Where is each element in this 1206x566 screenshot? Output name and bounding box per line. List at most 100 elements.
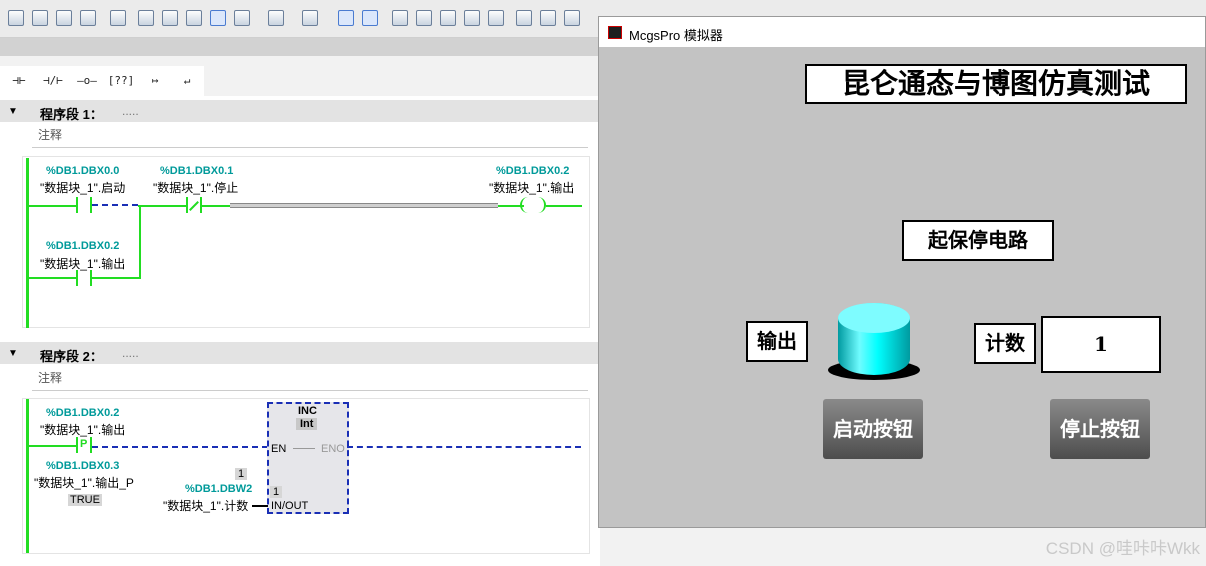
contact-output[interactable] bbox=[76, 270, 78, 286]
ladder-instruction-bar: ⊣⊢ ⊣/⊢ –o– [??] ↦ ↵ bbox=[0, 66, 204, 96]
stop-button[interactable]: 停止按钮 bbox=[1050, 399, 1150, 459]
contact-address: %DB1.DBX0.2 bbox=[46, 407, 120, 419]
contact-symbol: "数据块_1".输出 bbox=[40, 423, 126, 437]
segment-description: ..... bbox=[122, 346, 139, 360]
wire bbox=[138, 205, 186, 207]
tool-icon[interactable] bbox=[488, 10, 504, 26]
simulator-window: McgsPro 模拟器 昆仑通态与博图仿真测试 起保停电路 输出 计数 1 启动… bbox=[598, 16, 1206, 528]
open-branch-icon[interactable]: ↦ bbox=[140, 70, 170, 92]
tool-icon[interactable] bbox=[440, 10, 456, 26]
count-display: 1 bbox=[1041, 316, 1161, 373]
app-icon bbox=[608, 26, 622, 39]
simulator-titlebar[interactable]: McgsPro 模拟器 bbox=[599, 17, 1205, 47]
inout-pin: IN/OUT bbox=[271, 500, 309, 512]
divider bbox=[32, 390, 588, 391]
segment-title: 程序段 2： bbox=[40, 349, 103, 364]
segment-comment[interactable]: 注释 bbox=[38, 369, 62, 386]
collapse-icon[interactable]: ▼ bbox=[8, 106, 18, 117]
wire bbox=[202, 205, 230, 207]
divider bbox=[32, 147, 588, 148]
start-button[interactable]: 启动按钮 bbox=[823, 399, 923, 459]
tool-icon[interactable] bbox=[234, 10, 250, 26]
contact-address: %DB1.DBX0.1 bbox=[160, 165, 234, 177]
ladder-editor: ▼ 程序段 1： ..... 注释 %DB1.DBX0.0 "数据块_1".启动… bbox=[0, 96, 600, 566]
segment-description: ..... bbox=[122, 104, 139, 118]
tool-icon[interactable] bbox=[110, 10, 126, 26]
eno-pin: ENO bbox=[321, 443, 345, 455]
segment-comment[interactable]: 注释 bbox=[38, 126, 62, 143]
power-rail bbox=[26, 158, 29, 328]
wire bbox=[92, 277, 140, 279]
tool-icon[interactable] bbox=[32, 10, 48, 26]
window-title: McgsPro 模拟器 bbox=[629, 28, 723, 43]
block-name: INC bbox=[298, 405, 317, 417]
tool-icon[interactable] bbox=[362, 10, 378, 26]
contact-symbol: "数据块_1".停止 bbox=[153, 181, 239, 195]
lamp-top bbox=[838, 303, 910, 333]
contact-address: %DB1.DBX0.0 bbox=[46, 165, 120, 177]
circuit-label: 起保停电路 bbox=[902, 220, 1054, 261]
watermark: CSDN @哇咔咔Wkk bbox=[1045, 539, 1200, 558]
wire-dashed bbox=[92, 446, 268, 448]
no-contact-icon[interactable]: ⊣⊢ bbox=[4, 70, 34, 92]
nc-contact-icon[interactable]: ⊣/⊢ bbox=[38, 70, 68, 92]
tool-icon[interactable] bbox=[80, 10, 96, 26]
segment-2-header[interactable]: ▼ 程序段 2： ..... bbox=[0, 342, 600, 364]
coil-icon[interactable]: –o– bbox=[72, 70, 102, 92]
tool-icon[interactable] bbox=[516, 10, 532, 26]
wire-dashed bbox=[92, 204, 138, 206]
tool-icon[interactable] bbox=[138, 10, 154, 26]
contact-stop[interactable] bbox=[186, 197, 188, 213]
tool-icon[interactable] bbox=[338, 10, 354, 26]
wire bbox=[28, 277, 76, 279]
block-type[interactable]: Int bbox=[296, 418, 318, 430]
p-contact-tag: P bbox=[80, 438, 88, 450]
operand-wire bbox=[252, 505, 268, 507]
segment-title: 程序段 1： bbox=[40, 107, 103, 122]
tool-icon[interactable] bbox=[464, 10, 480, 26]
wire-dashed bbox=[347, 446, 581, 448]
count-label: 计数 bbox=[974, 323, 1036, 364]
tool-icon[interactable] bbox=[186, 10, 202, 26]
inout-value: 1 bbox=[270, 486, 283, 498]
coil-address: %DB1.DBX0.2 bbox=[496, 165, 570, 177]
tool-icon[interactable] bbox=[564, 10, 580, 26]
p-contact[interactable] bbox=[90, 437, 92, 453]
wire bbox=[28, 445, 76, 447]
tool-icon[interactable] bbox=[540, 10, 556, 26]
edge-symbol: "数据块_1".输出_P bbox=[34, 476, 134, 490]
tool-icon[interactable] bbox=[416, 10, 432, 26]
collapse-icon[interactable]: ▼ bbox=[8, 348, 18, 359]
p-contact[interactable] bbox=[76, 437, 78, 453]
contact-symbol: "数据块_1".输出 bbox=[40, 257, 126, 271]
count-const: 1 bbox=[235, 468, 248, 480]
tool-icon[interactable] bbox=[302, 10, 318, 26]
tool-icon[interactable] bbox=[162, 10, 178, 26]
en-pin: EN bbox=[271, 443, 287, 455]
contact-address: %DB1.DBX0.2 bbox=[46, 240, 120, 252]
page-heading: 昆仑通态与博图仿真测试 bbox=[805, 64, 1187, 104]
coil-symbol: "数据块_1".输出 bbox=[489, 181, 575, 195]
branch-wire bbox=[139, 205, 141, 279]
edge-value: TRUE bbox=[68, 494, 102, 506]
tool-icon[interactable] bbox=[268, 10, 284, 26]
close-branch-icon[interactable]: ↵ bbox=[172, 70, 202, 92]
empty-box-icon[interactable]: [??] bbox=[106, 70, 136, 92]
wire-unpowered bbox=[230, 203, 498, 208]
toolbar-strip bbox=[0, 38, 600, 56]
tool-icon[interactable] bbox=[210, 10, 226, 26]
internal-line bbox=[293, 448, 315, 449]
output-coil[interactable] bbox=[520, 197, 546, 213]
wire bbox=[546, 205, 582, 207]
operand-address: %DB1.DBW2 bbox=[185, 483, 253, 495]
tool-icon[interactable] bbox=[392, 10, 408, 26]
power-rail bbox=[26, 399, 29, 553]
segment-1-header[interactable]: ▼ 程序段 1： ..... bbox=[0, 100, 600, 122]
edge-address: %DB1.DBX0.3 bbox=[46, 460, 120, 472]
operand-symbol: "数据块_1".计数 bbox=[163, 499, 249, 513]
contact-start[interactable] bbox=[76, 197, 78, 213]
contact-symbol: "数据块_1".启动 bbox=[40, 181, 126, 195]
tool-icon[interactable] bbox=[8, 10, 24, 26]
tool-icon[interactable] bbox=[56, 10, 72, 26]
output-label: 输出 bbox=[746, 321, 808, 362]
